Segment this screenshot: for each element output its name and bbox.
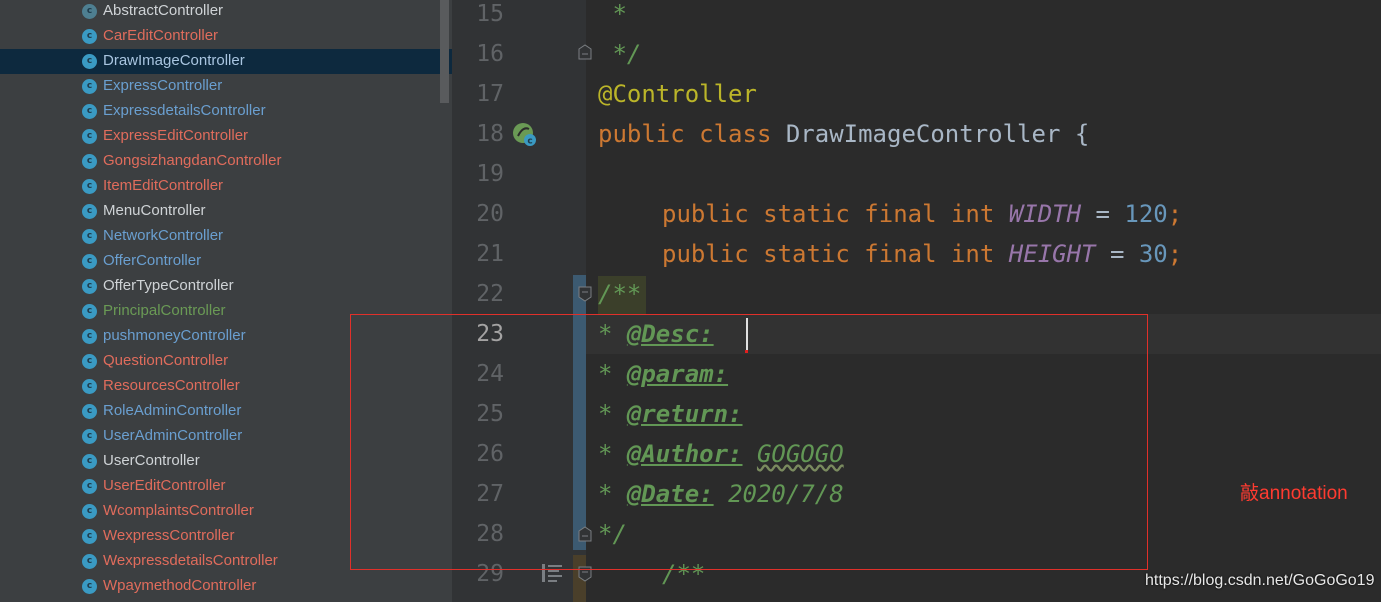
class-icon: c [82, 79, 97, 94]
tree-item-label: ItemEditController [103, 177, 224, 194]
tree-item[interactable]: c GongsizhangdanController [0, 149, 452, 174]
tree-item[interactable]: c ItemEditController [0, 174, 452, 199]
class-icon: c [82, 254, 97, 269]
class-icon: c [82, 454, 97, 469]
tree-item-label: OfferTypeController [103, 277, 234, 294]
modifiers: public static final int [662, 200, 995, 228]
tree-item-label: UserEditController [103, 477, 226, 494]
tree-item-label: AbstractController [103, 2, 224, 19]
fold-icon[interactable] [578, 286, 592, 302]
class-icon: c [82, 429, 97, 444]
tree-item-label: WcomplaintsController [103, 502, 254, 519]
tree-item[interactable]: c AbstractController [0, 0, 452, 24]
watermark: https://blog.csdn.net/GoGoGo19 [1145, 572, 1375, 589]
tree-item-label: MenuController [103, 202, 206, 219]
line-number[interactable]: 18 [452, 114, 504, 154]
tree-item-label: pushmoneyController [103, 327, 246, 344]
tree-item[interactable]: c DrawImageController [0, 49, 452, 74]
keyword: class [699, 120, 772, 148]
line-number[interactable]: 22 [452, 274, 504, 314]
tree-item-label: OfferController [103, 252, 202, 269]
tree-item[interactable]: c MenuController [0, 199, 452, 224]
class-icon: c [82, 29, 97, 44]
class-icon: c [82, 279, 97, 294]
class-icon: c [82, 354, 97, 369]
constant-name: HEIGHT [1008, 240, 1096, 268]
annotation-highlight-box [350, 314, 1148, 570]
tree-item-label: WpaymethodController [103, 577, 257, 594]
tree-item[interactable]: c CarEditController [0, 24, 452, 49]
keyword: public [598, 120, 685, 148]
code-line-22[interactable]: /** [598, 274, 641, 314]
code-line-18[interactable]: public class DrawImageController { [598, 114, 1089, 154]
semicolon: ; [1167, 200, 1183, 228]
code-line-15[interactable]: * [598, 0, 626, 34]
class-name: DrawImageController [785, 120, 1061, 148]
code-line-17[interactable]: @Controller [598, 74, 757, 114]
number-literal: 120 [1124, 200, 1168, 228]
tree-item-label: WexpressController [103, 527, 235, 544]
class-icon: c [82, 204, 97, 219]
line-number[interactable]: 16 [452, 34, 504, 74]
operator: = [1095, 200, 1110, 228]
class-icon: c [82, 54, 97, 69]
semicolon: ; [1167, 240, 1183, 268]
line-number[interactable]: 17 [452, 74, 504, 114]
class-icon: c [82, 104, 97, 119]
class-icon: c [82, 579, 97, 594]
line-number[interactable]: 15 [452, 0, 504, 34]
class-icon: c [82, 229, 97, 244]
class-icon: c [82, 179, 97, 194]
class-icon: c [82, 479, 97, 494]
tree-item[interactable]: c ExpressdetailsController [0, 99, 452, 124]
line-number[interactable]: 21 [452, 234, 504, 274]
brace: { [1074, 120, 1090, 148]
tree-item-label: NetworkController [103, 227, 224, 244]
tree-item-label: QuestionController [103, 352, 229, 369]
class-icon: c [82, 154, 97, 169]
tree-item-label: RoleAdminController [103, 402, 242, 419]
class-icon: c [82, 404, 97, 419]
line-number[interactable]: 19 [452, 154, 504, 194]
tree-item-label: CarEditController [103, 27, 219, 44]
abstract-class-icon: c [82, 4, 97, 19]
tree-item[interactable]: c ExpressController [0, 74, 452, 99]
tree-item-label: UserAdminController [103, 427, 243, 444]
spring-bean-icon[interactable]: c [512, 122, 538, 148]
class-icon: c [82, 554, 97, 569]
code-line-16[interactable]: */ [598, 34, 641, 74]
class-icon: c [82, 529, 97, 544]
fold-icon[interactable] [578, 44, 592, 60]
modifiers: public static final int [662, 240, 995, 268]
class-icon: c [82, 504, 97, 519]
code-line-20[interactable]: public static final int WIDTH = 120; [662, 194, 1182, 234]
tree-item[interactable]: c ExpressEditController [0, 124, 452, 149]
tree-item-label: ExpressController [103, 77, 223, 94]
tree-item-label: ExpressEditController [103, 127, 249, 144]
annotation-note: 敲annotation [1240, 483, 1348, 504]
operator: = [1109, 240, 1125, 268]
tree-item-label: PrincipalController [103, 302, 226, 319]
tree-item[interactable]: c WpaymethodController [0, 574, 452, 599]
class-icon: c [82, 329, 97, 344]
class-icon: c [82, 304, 97, 319]
tree-item-label: ResourcesController [103, 377, 240, 394]
tree-item[interactable]: c OfferController [0, 249, 452, 274]
tree-item-label: WexpressdetailsController [103, 552, 278, 569]
tree-item[interactable]: c NetworkController [0, 224, 452, 249]
line-number[interactable]: 20 [452, 194, 504, 234]
class-icon: c [82, 379, 97, 394]
code-line-21[interactable]: public static final int HEIGHT = 30; [662, 234, 1182, 274]
svg-text:c: c [527, 137, 532, 147]
tree-item-label: GongsizhangdanController [103, 152, 282, 169]
tree-item-label: UserController [103, 452, 200, 469]
tree-item-label: ExpressdetailsController [103, 102, 266, 119]
number-literal: 30 [1138, 240, 1168, 268]
tree-item-label: DrawImageController [103, 52, 245, 69]
constant-name: WIDTH [1008, 200, 1082, 228]
class-icon: c [82, 129, 97, 144]
tree-scrollbar[interactable] [440, 0, 449, 103]
tree-item[interactable]: c OfferTypeController [0, 274, 452, 299]
